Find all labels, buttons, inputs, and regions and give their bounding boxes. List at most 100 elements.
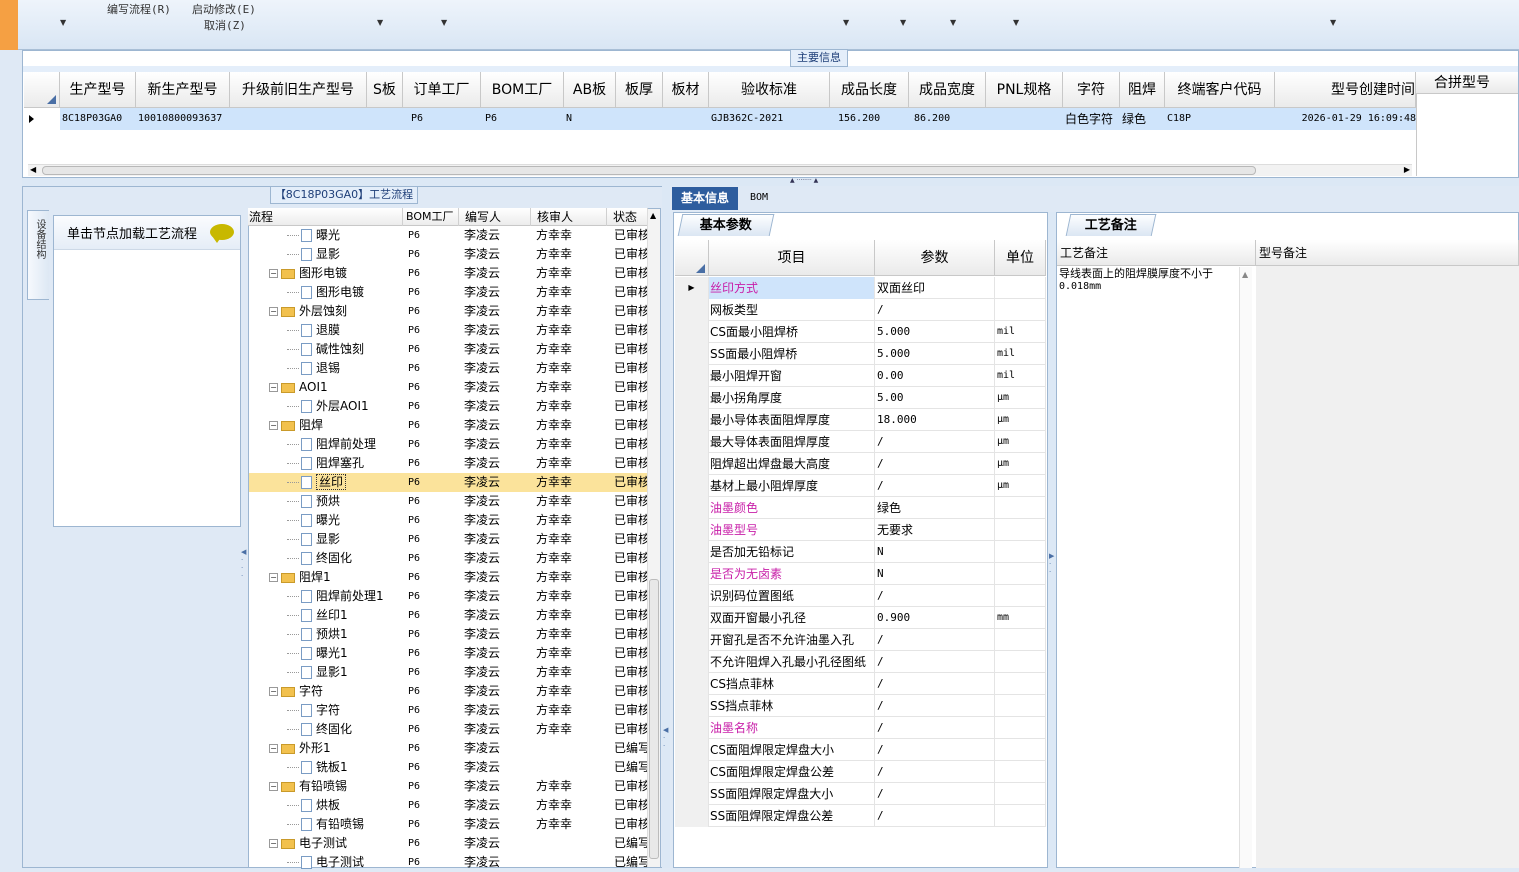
dropdown-arrow-icon[interactable]: ▼ [843, 18, 849, 27]
tree-node[interactable]: 丝印 [249, 473, 404, 492]
dropdown-arrow-icon[interactable]: ▼ [377, 18, 383, 27]
tree-node[interactable]: 预烘1 [249, 625, 404, 644]
tree-node[interactable]: 阻焊前处理 [249, 435, 404, 454]
tree-row[interactable]: 终固化 P6 李凌云 方幸幸 已审核 [249, 720, 647, 739]
col-header-reviewer[interactable]: 核审人 [531, 208, 607, 226]
tree-node[interactable]: 阻焊塞孔 [249, 454, 404, 473]
param-value[interactable]: / [875, 673, 995, 695]
param-row[interactable]: 网板类型 / [675, 299, 1046, 321]
tree-node[interactable]: 退锡 [249, 359, 404, 378]
tree-row[interactable]: 曝光1 P6 李凌云 方幸幸 已审核 [249, 644, 647, 663]
splitter-grip-icon[interactable]: ▶ · · [1049, 552, 1054, 576]
tree-node[interactable]: 铣板1 [249, 758, 404, 777]
process-note-text[interactable]: 导线表面上的阻焊膜厚度不小于 0.018mm [1059, 267, 1239, 293]
param-row[interactable]: CS挡点菲林 / [675, 673, 1046, 695]
vertical-tab-equipment[interactable]: 设备结构 [27, 210, 49, 300]
param-value[interactable]: 5.00 [875, 387, 995, 409]
tree-row[interactable]: 外层AOI1 P6 李凌云 方幸幸 已审核 [249, 397, 647, 416]
tab-basic-params[interactable]: 基本参数 [677, 214, 775, 236]
param-row[interactable]: 油墨颜色 绿色 [675, 497, 1046, 519]
col-header[interactable]: S板 [367, 72, 403, 108]
cell[interactable] [663, 108, 709, 130]
scroll-up-icon[interactable]: ▲ [650, 211, 656, 220]
param-value[interactable]: / [875, 629, 995, 651]
horizontal-scrollbar[interactable]: ◀ ▶ [28, 164, 1412, 176]
scroll-up-icon[interactable]: ▲ [1242, 270, 1248, 279]
tree-node[interactable]: 曝光 [249, 226, 404, 245]
param-row[interactable]: 识别码位置图纸 / [675, 585, 1046, 607]
cell[interactable]: 绿色 [1120, 108, 1165, 130]
tree-row[interactable]: 预烘1 P6 李凌云 方幸幸 已审核 [249, 625, 647, 644]
collapse-icon[interactable]: − [269, 839, 278, 848]
col-header-process[interactable]: 流程 [248, 208, 403, 226]
param-value[interactable]: 0.900 [875, 607, 995, 629]
col-header[interactable]: 订单工厂 [403, 72, 481, 108]
param-row[interactable]: 是否加无铅标记 N [675, 541, 1046, 563]
splitter-grip-icon[interactable]: ◀ · · · [241, 548, 246, 580]
col-header[interactable]: 成品宽度 [909, 72, 986, 108]
tree-row[interactable]: 铣板1 P6 李凌云 已编写 [249, 758, 647, 777]
col-header[interactable]: PNL规格 [986, 72, 1063, 108]
scroll-right-icon[interactable]: ▶ [1404, 165, 1410, 174]
param-row[interactable]: 是否为无卤素 N [675, 563, 1046, 585]
splitter-grip-icon[interactable]: ◀ · · [663, 726, 668, 750]
param-row[interactable]: SS面最小阻焊桥 5.000 mil [675, 343, 1046, 365]
tree-row[interactable]: 烘板 P6 李凌云 方幸幸 已审核 [249, 796, 647, 815]
cancel-menu[interactable]: 取消(Z) [204, 17, 246, 33]
dropdown-arrow-icon[interactable]: ▼ [60, 18, 66, 27]
param-value[interactable]: / [875, 299, 995, 321]
dropdown-arrow-icon[interactable]: ▼ [1013, 18, 1019, 27]
tree-node[interactable]: 显影 [249, 245, 404, 264]
param-row[interactable]: SS面阻焊限定焊盘公差 / [675, 805, 1046, 827]
param-value[interactable]: 双面丝印 [875, 277, 995, 299]
table-row[interactable]: 8C18P03GA0 10010800093637 P6 P6 N GJB362… [24, 108, 1416, 130]
param-row[interactable]: 开窗孔是否不允许油墨入孔 / [675, 629, 1046, 651]
tab-process-notes[interactable]: 工艺备注 [1065, 214, 1157, 236]
tree-row[interactable]: 曝光 P6 李凌云 方幸幸 已审核 [249, 226, 647, 245]
cell[interactable] [616, 108, 663, 130]
tree-row[interactable]: − 电子测试 P6 李凌云 已编写 [249, 834, 647, 853]
param-value[interactable]: N [875, 563, 995, 585]
vertical-splitter[interactable]: ◀ · · [662, 186, 670, 868]
tree-node[interactable]: − 阻焊 [249, 416, 404, 435]
splitter-grip-icon[interactable]: ▲ ········ ▲ [790, 177, 818, 184]
collapse-icon[interactable]: − [269, 307, 278, 316]
horizontal-splitter[interactable]: ▲ ········ ▲ [22, 177, 1519, 186]
tree-node[interactable]: − 外层蚀刻 [249, 302, 404, 321]
col-header[interactable]: 新生产型号 [136, 72, 230, 108]
tree-row[interactable]: 预烘 P6 李凌云 方幸幸 已审核 [249, 492, 647, 511]
cell[interactable]: 10010800093637 [136, 108, 230, 130]
tree-node[interactable]: 终固化 [249, 549, 404, 568]
col-header-item[interactable]: 项目 [709, 240, 875, 276]
load-process-hint[interactable]: 单击节点加载工艺流程 [67, 223, 197, 242]
tree-row[interactable]: 显影 P6 李凌云 方幸幸 已审核 [249, 245, 647, 264]
tree-node[interactable]: − 字符 [249, 682, 404, 701]
col-header-bom[interactable]: BOM工厂 [403, 208, 459, 226]
cell[interactable]: P6 [481, 108, 564, 130]
tree-node[interactable]: − AOI1 [249, 378, 404, 397]
tree-node[interactable]: − 电子测试 [249, 834, 404, 853]
tree-row[interactable]: 电子测试 P6 李凌云 已编写 [249, 853, 647, 872]
scroll-left-icon[interactable]: ◀ [30, 165, 36, 174]
tree-vertical-scrollbar[interactable]: ▲ [647, 209, 660, 867]
cell[interactable]: 86.200 [909, 108, 986, 130]
col-header-process-note[interactable]: 工艺备注 [1057, 240, 1256, 266]
tree-node[interactable]: 退膜 [249, 321, 404, 340]
note-scrollbar[interactable]: ▲ [1239, 267, 1252, 868]
col-header[interactable]: 升级前旧生产型号 [230, 72, 367, 108]
tree-node[interactable]: 碱性蚀刻 [249, 340, 404, 359]
param-value[interactable]: 无要求 [875, 519, 995, 541]
param-row[interactable]: 油墨型号 无要求 [675, 519, 1046, 541]
param-value[interactable]: / [875, 431, 995, 453]
param-value[interactable]: / [875, 695, 995, 717]
tab-bom[interactable]: BOM [740, 187, 778, 210]
col-header-writer[interactable]: 编写人 [459, 208, 531, 226]
param-value[interactable]: 绿色 [875, 497, 995, 519]
dropdown-arrow-icon[interactable]: ▼ [441, 18, 447, 27]
param-row[interactable]: 最小导体表面阻焊厚度 18.000 μm [675, 409, 1046, 431]
col-header-unit[interactable]: 单位 [995, 240, 1046, 276]
tree-node[interactable]: 曝光 [249, 511, 404, 530]
param-row[interactable]: CS面阻焊限定焊盘公差 / [675, 761, 1046, 783]
tree-node[interactable]: 字符 [249, 701, 404, 720]
scrollbar-thumb[interactable] [649, 579, 659, 859]
